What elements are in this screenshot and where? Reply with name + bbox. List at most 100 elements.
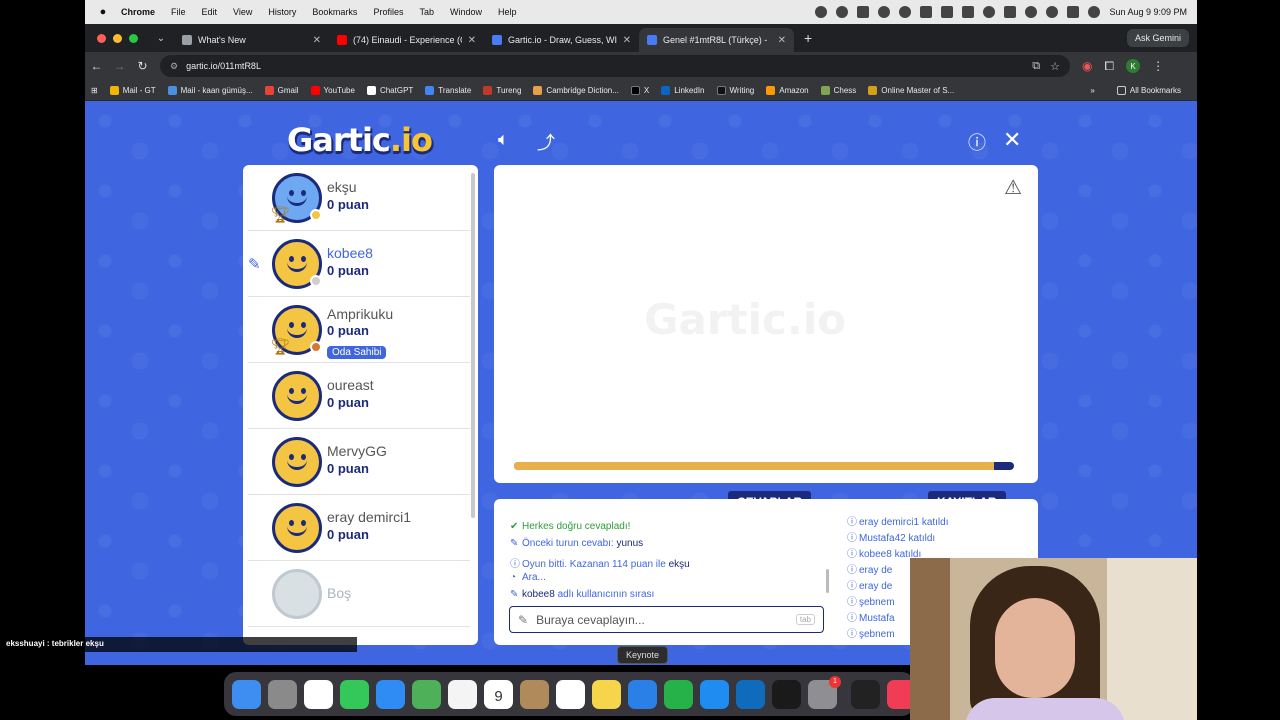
player-row[interactable]: eray demirci1 0 puan xyxy=(248,495,470,561)
minimize-window-button[interactable] xyxy=(113,33,122,43)
dock-photos-icon[interactable] xyxy=(448,679,477,709)
report-warning-icon[interactable]: ⚠ xyxy=(1004,175,1022,200)
phone-status-icon[interactable] xyxy=(962,6,975,18)
profile-avatar[interactable]: K xyxy=(1126,59,1141,73)
address-bar[interactable]: ⚙ gartic.io/011mtR8L ⧉ ☆ xyxy=(160,55,1070,77)
dock-reminders-icon[interactable] xyxy=(556,679,585,709)
dock-calendar-icon[interactable]: 9 xyxy=(484,679,513,709)
bookmark-mail-gt[interactable]: Mail - GT xyxy=(104,85,162,95)
back-icon[interactable]: ← xyxy=(85,59,108,73)
menu-edit[interactable]: Edit xyxy=(194,7,226,17)
bookmark-amazon[interactable]: Amazon xyxy=(760,85,814,95)
menu-window[interactable]: Window xyxy=(442,7,490,17)
bookmark-online-master[interactable]: Online Master of S... xyxy=(862,85,960,95)
share-icon[interactable]: ⤴ xyxy=(537,129,555,155)
tab-whats-new[interactable]: What's New ✕ xyxy=(174,28,329,52)
apps-grid-icon[interactable]: ⊞ xyxy=(85,86,104,95)
new-tab-button[interactable]: + xyxy=(794,30,822,46)
menu-history[interactable]: History xyxy=(260,7,304,17)
drawing-canvas[interactable]: Gartic.io ⚠ xyxy=(494,165,1038,483)
close-window-button[interactable] xyxy=(97,33,106,43)
bookmark-linkedin[interactable]: LinkedIn xyxy=(655,85,710,95)
dock-messages-icon[interactable] xyxy=(340,679,369,709)
bookmark-cambridge[interactable]: Cambridge Diction... xyxy=(527,85,624,95)
forward-icon[interactable]: → xyxy=(108,59,131,73)
player-row[interactable]: ✎ kobee8 0 puan xyxy=(248,231,470,297)
window-status-icon[interactable] xyxy=(920,6,933,18)
close-tab-icon[interactable]: ✕ xyxy=(313,35,321,46)
dock-launchpad-icon[interactable] xyxy=(268,679,297,709)
extension-icon[interactable]: ◉ xyxy=(1082,59,1092,73)
answers-scrollbar[interactable] xyxy=(826,569,829,593)
dock-keynote-icon[interactable] xyxy=(628,679,657,709)
player-row[interactable]: 🏆︎ Amprikuku 0 puan Oda Sahibi xyxy=(248,297,470,363)
dock-obs-icon[interactable] xyxy=(851,679,880,709)
install-app-icon[interactable]: ⧉ xyxy=(1032,60,1040,73)
site-info-icon[interactable]: ⚙ xyxy=(170,61,178,72)
bookmark-gmail[interactable]: Gmail xyxy=(259,85,305,95)
tab-gartic-room[interactable]: Genel #1mtR8L (Türkçe) - ✕ xyxy=(639,28,794,52)
dock-numbers-icon[interactable] xyxy=(664,679,693,709)
bookmark-mail-kaan[interactable]: Mail - kaan gümüş... xyxy=(162,85,259,95)
more-menu-icon[interactable]: ⋮ xyxy=(1152,59,1164,73)
menu-help[interactable]: Help xyxy=(490,7,525,17)
tab-youtube[interactable]: (74) Einaudi - Experience (Co ✕ xyxy=(329,28,484,52)
dock-finder-icon[interactable] xyxy=(232,679,261,709)
grid-status-icon[interactable] xyxy=(857,6,870,18)
ask-gemini-button[interactable]: Ask Gemini xyxy=(1126,29,1189,47)
tab-gartic-home[interactable]: Gartic.io - Draw, Guess, WIN ✕ xyxy=(484,28,639,52)
dock-app-store-icon[interactable] xyxy=(700,679,729,709)
tab-search-chevron-icon[interactable]: ⌄ xyxy=(148,33,174,44)
players-scrollbar[interactable] xyxy=(471,173,475,518)
menu-file[interactable]: File xyxy=(163,7,194,17)
cloud-status-icon[interactable] xyxy=(878,6,891,18)
menu-tab[interactable]: Tab xyxy=(411,7,442,17)
gartic-logo[interactable]: Gartic.io xyxy=(287,121,433,159)
apple-icon[interactable]: ● xyxy=(93,6,113,18)
battery-icon[interactable] xyxy=(1004,6,1017,18)
all-bookmarks-folder[interactable]: All Bookmarks xyxy=(1111,85,1187,95)
dock-terminal-icon[interactable] xyxy=(772,679,801,709)
play-status-icon[interactable] xyxy=(983,6,996,18)
screen-mirror-icon[interactable] xyxy=(941,6,954,18)
siri-icon[interactable] xyxy=(1088,6,1101,18)
menu-profiles[interactable]: Profiles xyxy=(365,7,411,17)
control-center-icon[interactable] xyxy=(1067,6,1080,18)
close-icon[interactable]: ✕ xyxy=(1003,127,1021,153)
bookmark-star-icon[interactable]: ☆ xyxy=(1050,60,1060,73)
bookmark-chatgpt[interactable]: ChatGPT xyxy=(361,85,419,95)
answer-input[interactable]: ✎ Buraya cevaplayın... tab xyxy=(509,606,824,633)
spotlight-search-icon[interactable] xyxy=(1046,6,1059,18)
chatgpt-status-icon[interactable] xyxy=(836,6,849,18)
zoom-window-button[interactable] xyxy=(129,33,138,43)
dock-contacts-icon[interactable] xyxy=(520,679,549,709)
dock-opera-icon[interactable] xyxy=(304,679,333,709)
bookmark-tureng[interactable]: Tureng xyxy=(477,85,527,95)
info-icon[interactable]: ⓘ xyxy=(968,129,986,155)
menu-bookmarks[interactable]: Bookmarks xyxy=(304,7,365,17)
dock-safari-icon[interactable] xyxy=(376,679,405,709)
player-row[interactable]: 🏆︎ ekşu 0 puan xyxy=(248,165,470,231)
menu-view[interactable]: View xyxy=(225,7,260,17)
extensions-puzzle-icon[interactable]: ⧠ xyxy=(1104,59,1114,74)
status-app-icon[interactable] xyxy=(815,6,828,18)
bookmark-youtube[interactable]: YouTube xyxy=(305,85,361,95)
empty-player-slot[interactable]: Boş xyxy=(248,561,470,627)
player-row[interactable]: oureast 0 puan xyxy=(248,363,470,429)
bookmark-writing[interactable]: Writing xyxy=(711,85,761,95)
close-tab-icon[interactable]: ✕ xyxy=(468,35,476,46)
menubar-clock[interactable]: Sun Aug 9 9:09 PM xyxy=(1109,7,1187,17)
dock-maps-icon[interactable] xyxy=(412,679,441,709)
dock-outlook-icon[interactable] xyxy=(736,679,765,709)
dock-notes-icon[interactable] xyxy=(592,679,621,709)
close-tab-icon[interactable]: ✕ xyxy=(778,35,786,46)
menu-app-name[interactable]: Chrome xyxy=(113,7,163,17)
sound-icon[interactable]: 🔈︎ xyxy=(498,129,509,150)
close-tab-icon[interactable]: ✕ xyxy=(623,35,631,46)
bookmark-x[interactable]: X xyxy=(625,85,655,95)
player-row[interactable]: MervyGG 0 puan xyxy=(248,429,470,495)
reload-icon[interactable]: ↻ xyxy=(131,59,154,73)
bookmark-chess[interactable]: Chess xyxy=(815,85,863,95)
bookmark-translate[interactable]: Translate xyxy=(419,85,477,95)
dock-system-settings-icon[interactable]: 1 xyxy=(808,675,841,709)
